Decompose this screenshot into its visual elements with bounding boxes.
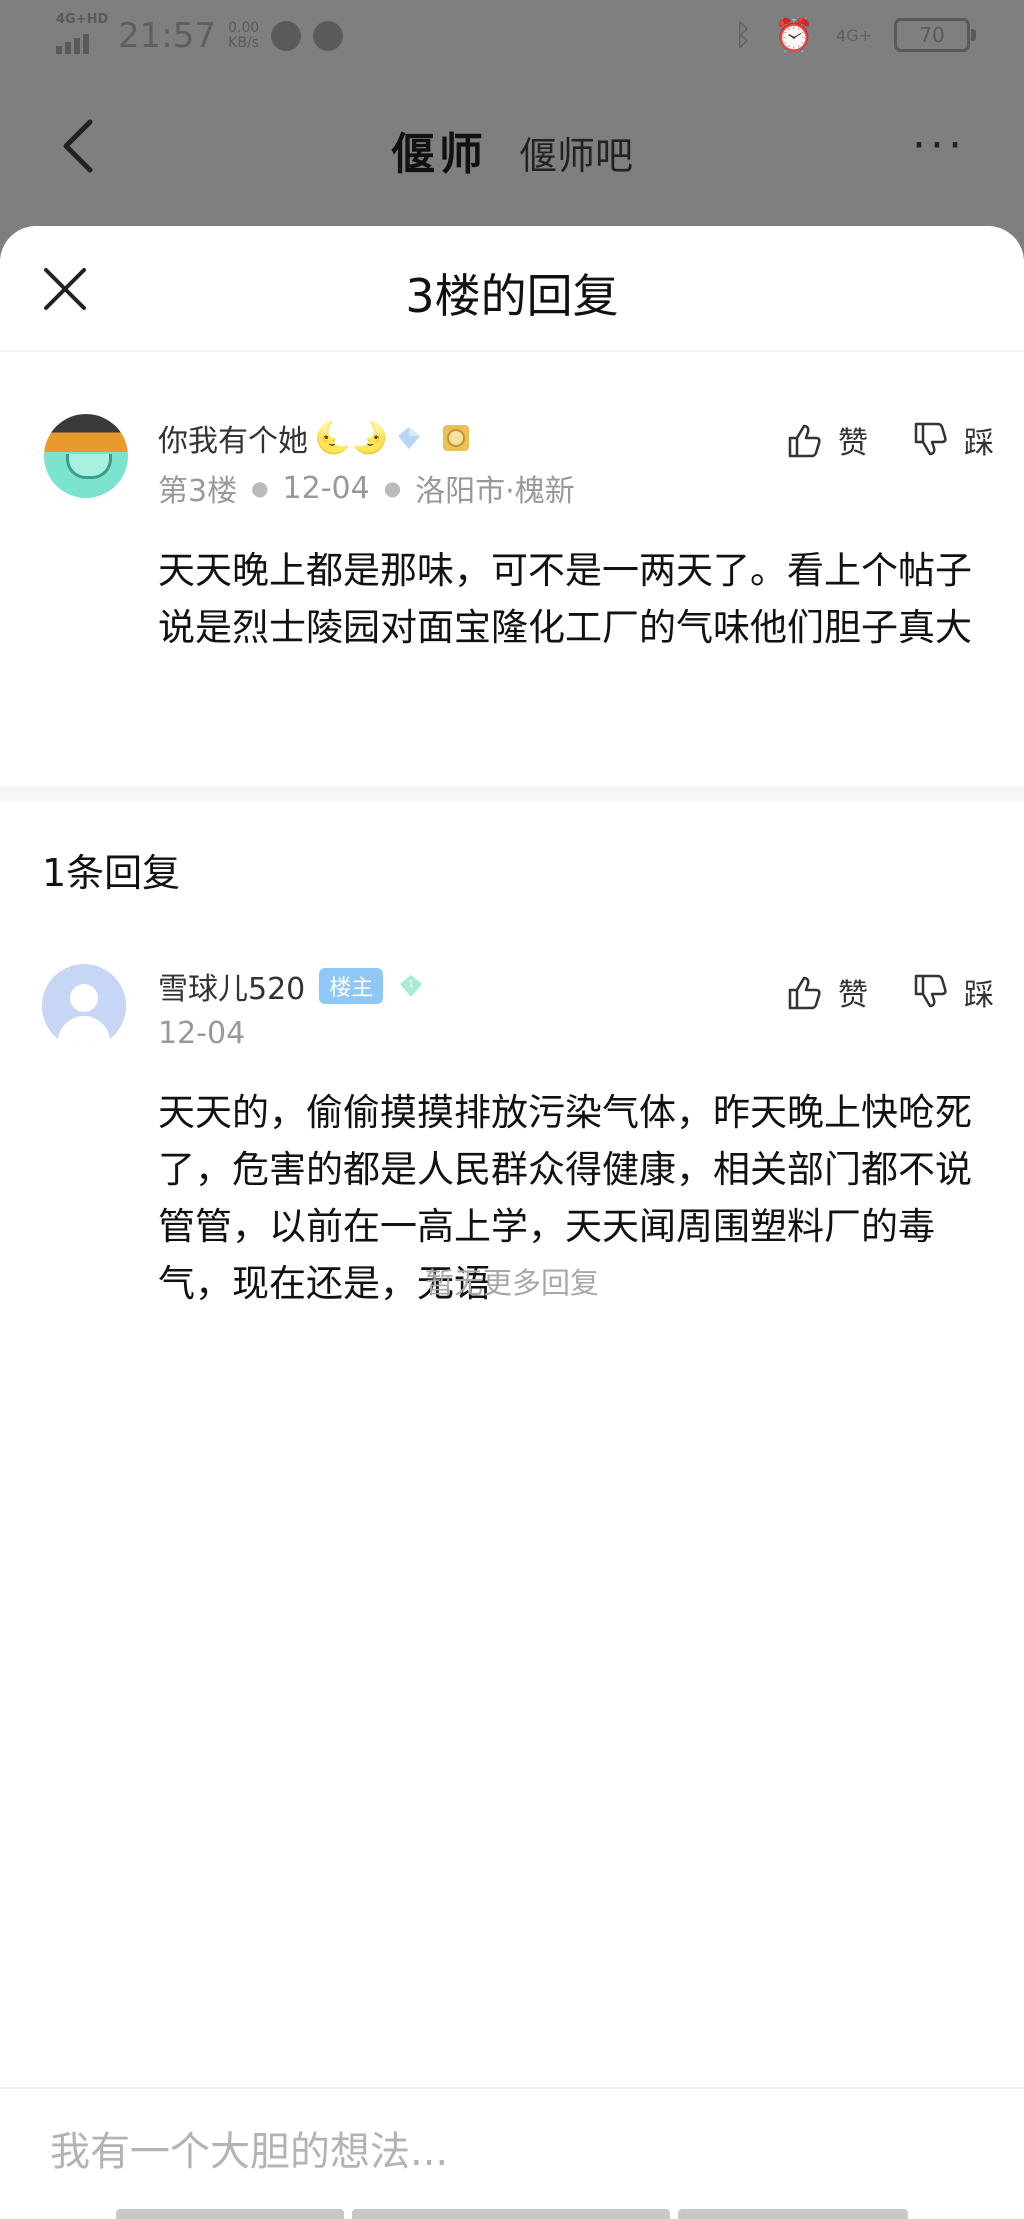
dislike-label: 踩	[964, 978, 994, 1013]
thumbs-up-icon	[788, 976, 821, 1010]
reply-count-header: 1条回复	[0, 802, 1024, 934]
like-label: 赞	[838, 978, 868, 1013]
chat-notification-icon	[313, 21, 344, 51]
background-page: 4G+HD 21:57 0.00 KB/s ᛒ ⏰ 4G+ 70 偃师 偃师吧 ·…	[0, 0, 1024, 260]
reply-sheet: 3楼的回复 你我有个她 🌜🌛 第3楼 ● 12-04 ● 洛阳市·槐新 赞 踩 …	[0, 226, 1024, 2219]
reply-count: 1条回复	[42, 851, 181, 895]
keyboard-hint-bar	[116, 2209, 344, 2219]
reply-input-placeholder[interactable]: 我有一个大胆的想法...	[50, 2119, 448, 2177]
username[interactable]: 你我有个她	[158, 416, 308, 460]
thumbs-up-icon	[788, 424, 821, 458]
alarm-icon: ⏰	[774, 16, 815, 54]
avatar[interactable]	[42, 964, 126, 1048]
background-navbar: 偃师 偃师吧 ···	[0, 100, 1024, 190]
sheet-title: 3楼的回复	[405, 269, 619, 323]
thumbs-down-icon	[914, 974, 947, 1008]
svg-text:1: 1	[408, 979, 414, 990]
dislike-label: 踩	[964, 426, 994, 461]
section-divider	[0, 786, 1024, 802]
avatar[interactable]	[44, 414, 128, 498]
sheet-header: 3楼的回复	[0, 226, 1024, 352]
bluetooth-icon: ᛒ	[734, 17, 753, 53]
reply-item: 雪球儿520 楼主 1 12-04 赞 踩 天天的，偷偷摸摸排放污染气体，昨天晚…	[0, 934, 1024, 1404]
like-button[interactable]: 赞	[784, 418, 868, 462]
post-content: 天天晚上都是那味，可不是一两天了。看上个帖子说是烈士陵园对面宝隆化工厂的气味他们…	[158, 549, 972, 649]
keyboard-hint-bar	[352, 2209, 670, 2219]
separator-dot: ●	[383, 476, 402, 500]
level-badge-icon: 1	[400, 975, 423, 997]
floor-post: 你我有个她 🌜🌛 第3楼 ● 12-04 ● 洛阳市·槐新 赞 踩 天天晚上都是…	[0, 352, 1024, 786]
clock: 21:57	[118, 16, 216, 56]
app-notification-icon	[271, 21, 302, 51]
reply-input-bar[interactable]: 我有一个大胆的想法...	[0, 2087, 1024, 2219]
like-label: 赞	[838, 426, 868, 461]
dislike-button[interactable]: 踩	[910, 418, 994, 462]
separator-dot: ●	[251, 476, 269, 500]
network-speed: 0.00 KB/s	[227, 20, 260, 51]
more-menu-icon[interactable]: ···	[912, 120, 966, 171]
moon-badge-icon: 🌜🌛	[314, 420, 389, 456]
forum-logo: 偃师	[390, 129, 487, 180]
keyboard-hint-bar	[678, 2209, 908, 2219]
reply-date: 12-04	[158, 1016, 246, 1051]
post-date: 12-04	[282, 470, 370, 506]
battery-indicator: 70	[894, 18, 976, 52]
owner-tag: 楼主	[319, 968, 384, 1004]
network-type: 4G+	[836, 25, 872, 45]
cellular-signal-icon: 4G+HD	[56, 12, 108, 56]
forum-title: 偃师吧	[519, 134, 634, 178]
dislike-button[interactable]: 踩	[910, 970, 994, 1014]
floor-number: 第3楼	[158, 474, 238, 509]
username[interactable]: 雪球儿520	[158, 964, 305, 1008]
thumbs-down-icon	[914, 422, 947, 456]
status-bar: 4G+HD 21:57 0.00 KB/s ᛒ ⏰ 4G+ 70	[0, 0, 1024, 80]
diamond-badge-icon	[397, 427, 420, 449]
no-more-replies: 暂无更多回复	[424, 1266, 599, 1300]
post-location: 洛阳市·槐新	[415, 474, 575, 509]
medal-badge-icon	[442, 425, 469, 451]
like-button[interactable]: 赞	[784, 970, 868, 1014]
